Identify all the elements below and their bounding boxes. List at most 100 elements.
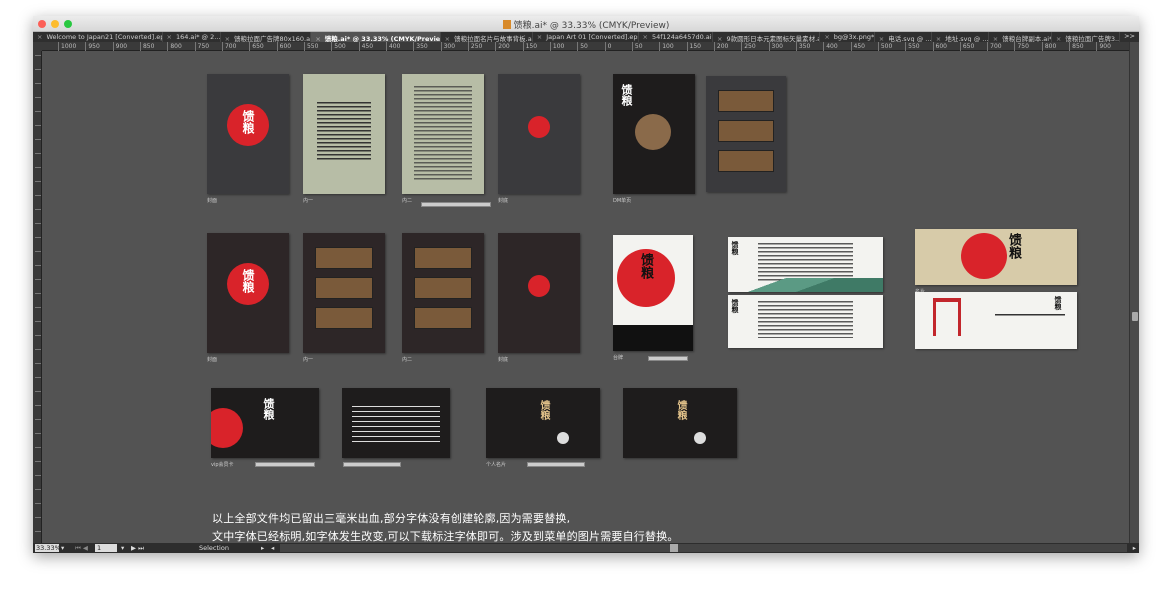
tab-close-icon[interactable]: × <box>537 33 542 41</box>
ruler-tick-label: 100 <box>549 42 576 51</box>
tab-1[interactable]: × 164.ai* @ 2... <box>163 32 221 42</box>
tab-close-icon[interactable]: × <box>717 35 722 42</box>
artboard-1[interactable]: 馈粮 <box>207 74 289 194</box>
ruler-tick <box>35 55 41 56</box>
artboard-16[interactable]: 馈粮 <box>211 388 319 458</box>
tab-close-icon[interactable]: × <box>936 35 941 42</box>
tab-close-icon[interactable]: × <box>643 33 648 41</box>
tab-11[interactable]: × 馈粮台牌副本.ai* <box>989 32 1052 42</box>
ruler-tick-label: 50 <box>631 42 658 51</box>
vertical-scroll-thumb[interactable] <box>1132 312 1138 321</box>
tab-label: 馈粮拉面广告牌3... <box>1065 35 1121 42</box>
artboard-19[interactable]: 馈粮 <box>623 388 737 458</box>
zoom-level-field[interactable]: 33.33% <box>35 544 61 552</box>
menu-list <box>414 86 472 181</box>
tab-close-icon[interactable]: × <box>167 33 172 41</box>
ruler-tick <box>35 153 41 154</box>
ruler-tick <box>35 111 41 112</box>
food-photo <box>315 307 373 329</box>
first-artboard-button[interactable]: ⏮ ◀ <box>75 544 88 553</box>
food-photo <box>315 277 373 299</box>
artboard-number-field[interactable]: 1 <box>95 544 117 552</box>
artboard-5[interactable]: 馈粮 <box>613 74 695 194</box>
artboard-13[interactable]: 馈粮 <box>728 295 883 348</box>
bowl-icon <box>557 432 569 444</box>
ruler-tick <box>35 447 41 448</box>
artboard-18[interactable]: 馈粮 <box>486 388 600 458</box>
artboard-8[interactable] <box>303 233 385 353</box>
artboard-9[interactable] <box>402 233 484 353</box>
tab-close-icon[interactable]: × <box>879 35 884 42</box>
vertical-scrollbar[interactable] <box>1129 42 1139 543</box>
artboard-10[interactable] <box>498 233 580 353</box>
artboard-3[interactable] <box>402 74 484 194</box>
artboard-4[interactable] <box>498 74 580 194</box>
ruler-tick <box>35 69 41 70</box>
tab-12[interactable]: × 馈粮拉面广告牌3... <box>1052 32 1121 42</box>
artboard-17[interactable] <box>342 388 450 458</box>
card-text-block <box>352 406 440 446</box>
tab-label: 馈粮台牌副本.ai* <box>1002 35 1052 42</box>
artboard-7[interactable]: 馈粮 <box>207 233 289 353</box>
zoom-dropdown-icon[interactable]: ▾ <box>61 544 64 552</box>
scroll-left-icon[interactable]: ◂ <box>271 544 274 552</box>
artboard-15[interactable]: 馈粮 <box>915 292 1077 349</box>
ruler-tick-label: 50 <box>577 42 603 51</box>
ruler-tick-label: 700 <box>221 42 248 51</box>
ruler-tick <box>35 265 41 266</box>
scroll-right-icon[interactable]: ▸ <box>1133 544 1136 552</box>
tab-label: 地址.svg @ ... <box>945 35 989 42</box>
artboard-2[interactable] <box>303 74 385 194</box>
ruler-tick-label: 250 <box>467 42 494 51</box>
tab-10[interactable]: × 地址.svg @ ... <box>932 32 989 42</box>
artboard-11[interactable]: 馈粮 <box>613 235 693 351</box>
tab-0[interactable]: × Welcome to Japan21 [Converted].eps* <box>33 32 163 42</box>
status-bar: 33.33% ▾ ⏮ ◀ 1 ▾ ▶ ⏭ Selection ▸ ◂ ▸ <box>33 543 1139 553</box>
artboard-14[interactable]: 馈粮 <box>915 229 1077 285</box>
tab-2[interactable]: × 馈粮拉面广告牌80x160.ai* <box>221 32 312 42</box>
ruler-tick-label: 500 <box>877 42 904 51</box>
artboard-6[interactable] <box>706 76 786 192</box>
ruler-tick-label: 850 <box>139 42 166 51</box>
logo-artwork: 馈粮 <box>731 299 740 313</box>
document-icon <box>502 20 511 29</box>
tab-close-icon[interactable]: × <box>225 35 230 42</box>
tab-8[interactable]: × bg@3x.png* <box>820 32 875 42</box>
horizontal-ruler[interactable]: 1000 950 900 850 800 750 700 650 600 550 500 450 400… <box>42 42 1129 51</box>
tab-close-icon[interactable]: × <box>824 33 829 41</box>
tab-close-icon[interactable]: × <box>993 35 998 42</box>
tab-close-icon[interactable]: × <box>1056 35 1061 42</box>
red-sun-artwork <box>961 233 1007 279</box>
tab-close-icon[interactable]: × <box>37 33 42 41</box>
tab-6[interactable]: × 54f124a6457d0.ai* <box>639 32 713 42</box>
food-photo <box>414 247 472 269</box>
ruler-tick-label: 400 <box>823 42 849 51</box>
horizontal-scroll-thumb[interactable] <box>670 544 678 552</box>
next-artboard-button[interactable]: ▶ ⏭ <box>131 544 144 553</box>
tab-9[interactable]: × 电话.svg @ ... <box>875 32 932 42</box>
tab-7[interactable]: × 9款圆形日本元素图标矢量素材.ai* <box>713 32 821 42</box>
vertical-ruler[interactable] <box>33 51 42 543</box>
ruler-tick <box>35 83 41 84</box>
status-menu-icon[interactable]: ▸ <box>261 544 264 552</box>
tab-5[interactable]: × Japan Art 01 [Converted].eps* <box>533 32 639 42</box>
tab-label: 电话.svg @ ... <box>888 35 932 42</box>
tab-label: 馈粮拉面名片与故事背板.ai* <box>454 35 533 42</box>
ruler-tick <box>35 279 41 280</box>
ruler-tick-label: 200 <box>495 42 521 51</box>
ruler-tick <box>35 223 41 224</box>
ruler-tick-label: 350 <box>795 42 822 51</box>
tab-4[interactable]: × 馈粮拉面名片与故事背板.ai* <box>441 32 533 42</box>
tab-label: 9款圆形日本元素图标矢量素材.ai* <box>726 35 821 42</box>
ruler-tick-label: 550 <box>905 42 931 51</box>
ruler-tick-label: 500 <box>331 42 357 51</box>
artboard-12[interactable]: 馈粮 <box>728 237 883 292</box>
horizontal-scrollbar[interactable] <box>280 544 1127 552</box>
tab-close-icon[interactable]: × <box>445 35 450 42</box>
tabs-overflow-button[interactable]: >> <box>1120 32 1139 42</box>
ruler-origin[interactable] <box>33 42 42 51</box>
tab-3[interactable]: × 馈粮.ai* @ 33.33% (CMYK/Preview) <box>311 32 441 42</box>
artboard-dropdown-icon[interactable]: ▾ <box>121 544 124 552</box>
ruler-tick-label: 0 <box>604 42 631 51</box>
tab-close-icon[interactable]: × <box>315 35 320 42</box>
